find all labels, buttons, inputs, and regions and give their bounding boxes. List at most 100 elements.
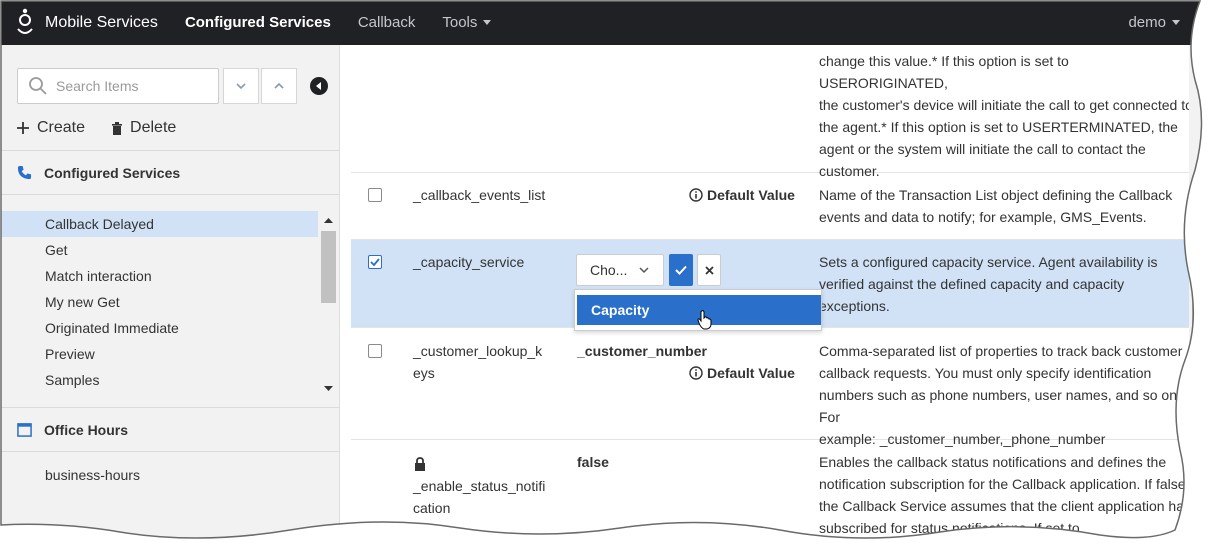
capacity-select[interactable]: Cho... bbox=[576, 254, 664, 286]
section-office-hours[interactable]: Office Hours bbox=[0, 407, 339, 452]
scroll-down-icon bbox=[324, 386, 333, 391]
user-name: demo bbox=[1128, 14, 1166, 31]
brand-name: Mobile Services bbox=[45, 13, 158, 31]
chevron-down-icon bbox=[1172, 20, 1180, 25]
section-office-hours-label: Office Hours bbox=[44, 421, 129, 438]
info-icon bbox=[689, 366, 703, 380]
list-item[interactable]: Match interaction bbox=[0, 263, 318, 289]
nav-configured-services[interactable]: Configured Services bbox=[185, 14, 331, 31]
list-item[interactable]: Get bbox=[0, 237, 318, 263]
close-icon bbox=[704, 265, 714, 275]
search-box bbox=[17, 68, 219, 104]
default-value-label: Default Value bbox=[707, 187, 795, 203]
list-item[interactable]: Preview bbox=[0, 341, 318, 367]
row-description: Name of the Transaction List object defi… bbox=[819, 184, 1194, 228]
table-row: _customer_lookup_k eys _customer_number … bbox=[351, 328, 1189, 447]
desc-line: verified against the defined capacity an… bbox=[819, 276, 1125, 292]
option-name-line: eys bbox=[413, 365, 435, 381]
prev-match-button[interactable] bbox=[261, 68, 297, 104]
calendar-icon bbox=[17, 423, 32, 437]
desc-line: Sets a configured capacity service. Agen… bbox=[819, 254, 1158, 270]
cancel-button[interactable] bbox=[697, 254, 721, 286]
desc-line: notification subscription for the Callba… bbox=[819, 476, 1186, 492]
section-configured-services[interactable]: Configured Services bbox=[0, 150, 339, 195]
sidebar-scrollbar[interactable] bbox=[318, 211, 339, 401]
nav-callback[interactable]: Callback bbox=[358, 14, 416, 31]
confirm-button[interactable] bbox=[669, 254, 693, 286]
create-label: Create bbox=[37, 119, 86, 136]
option-value: _customer_number bbox=[577, 343, 707, 359]
desc-line: change this value.* If this option is se… bbox=[819, 53, 1069, 91]
scroll-thumb[interactable] bbox=[321, 231, 336, 303]
main-scrollbar[interactable] bbox=[1189, 45, 1210, 545]
row-checkbox[interactable] bbox=[368, 344, 382, 358]
check-icon bbox=[675, 265, 687, 275]
delete-label: Delete bbox=[130, 119, 177, 136]
top-nav-bar: Mobile Services Configured Services Call… bbox=[0, 0, 1210, 45]
create-button[interactable]: Create bbox=[16, 119, 85, 137]
default-value-label: Default Value bbox=[707, 365, 795, 381]
desc-line: Comma-separated list of properties to tr… bbox=[819, 343, 1183, 359]
list-item-business-hours[interactable]: business-hours bbox=[0, 462, 318, 488]
option-name-line: _enable_status_notifi bbox=[413, 478, 546, 494]
next-match-button[interactable] bbox=[223, 68, 259, 104]
phone-icon bbox=[17, 165, 32, 180]
list-item[interactable]: Samples bbox=[0, 367, 318, 393]
caret-left-icon bbox=[316, 82, 321, 90]
desc-line: agent or the system will initiate the ca… bbox=[819, 141, 1146, 157]
option-name: _enable_status_notifi cation bbox=[413, 475, 548, 519]
nav-configured-services-label: Configured Services bbox=[184, 14, 331, 31]
genesys-logo-icon bbox=[14, 7, 36, 39]
option-name: _callback_events_list bbox=[413, 187, 546, 203]
default-value-indicator: Default Value bbox=[689, 365, 795, 381]
desc-line: Name of the Transaction List object defi… bbox=[819, 187, 1173, 203]
desc-line: events and data to notify; for example, … bbox=[819, 209, 1147, 225]
list-item[interactable]: Originated Immediate bbox=[0, 315, 318, 341]
scroll-thumb[interactable] bbox=[1192, 275, 1207, 375]
list-item[interactable]: Callback Delayed bbox=[0, 211, 318, 237]
desc-line: numbers such as phone numbers, user name… bbox=[819, 387, 1181, 425]
option-value: false bbox=[577, 454, 609, 470]
hand-cursor-icon bbox=[697, 310, 712, 330]
chevron-up-icon bbox=[274, 82, 284, 89]
desc-line: the agent.* If this option is set to USE… bbox=[819, 119, 1178, 135]
row-checkbox-checked[interactable] bbox=[368, 255, 382, 269]
lock-icon bbox=[415, 457, 425, 471]
info-icon bbox=[689, 188, 703, 202]
desc-line: exceptions. bbox=[819, 298, 890, 314]
service-list: Callback Delayed Get Match interaction M… bbox=[0, 211, 339, 401]
nav-callback-label: Callback bbox=[357, 14, 416, 31]
search-input[interactable] bbox=[56, 78, 206, 94]
user-menu[interactable]: demo bbox=[1128, 14, 1180, 31]
list-item[interactable]: My new Get bbox=[0, 289, 318, 315]
row-checkbox[interactable] bbox=[368, 188, 382, 202]
option-name-line: _customer_lookup_k bbox=[413, 343, 543, 359]
table-row: change this value.* If this option is se… bbox=[351, 45, 1193, 179]
capacity-dropdown: Capacity bbox=[574, 289, 822, 331]
nav-tools-label: Tools bbox=[442, 14, 478, 31]
check-icon bbox=[370, 258, 380, 267]
sidebar-actions: Create Delete bbox=[16, 119, 176, 137]
row-description: change this value.* If this option is se… bbox=[819, 50, 1194, 182]
plus-icon bbox=[17, 122, 29, 134]
desc-line: the Callback Service assumes that the cl… bbox=[819, 498, 1191, 514]
delete-button[interactable]: Delete bbox=[111, 119, 176, 137]
select-value: Cho... bbox=[590, 262, 628, 278]
desc-line: the customer's device will initiate the … bbox=[819, 97, 1193, 113]
collapse-sidebar-button[interactable] bbox=[310, 77, 328, 95]
scroll-up-icon bbox=[324, 218, 333, 223]
trash-icon bbox=[112, 121, 123, 135]
desc-line: Enables the callback status notification… bbox=[819, 454, 1167, 470]
table-row: _enable_status_notifi cation false Enabl… bbox=[351, 440, 1191, 545]
option-name-line: cation bbox=[413, 500, 451, 516]
default-value-indicator: Default Value bbox=[689, 187, 795, 203]
chevron-down-icon bbox=[483, 20, 492, 25]
nav-tools[interactable]: Tools bbox=[442, 14, 492, 31]
chevron-down-icon bbox=[639, 266, 649, 273]
row-description: Sets a configured capacity service. Agen… bbox=[819, 251, 1194, 317]
desc-line: subscribed for status notifications. If … bbox=[819, 520, 1080, 536]
chevron-down-icon bbox=[236, 83, 246, 90]
table-row: _callback_events_list Default Value Name… bbox=[351, 173, 1189, 240]
desc-line: callback requests. You must only specify… bbox=[819, 365, 1152, 381]
scroll-up-icon bbox=[1195, 79, 1204, 84]
